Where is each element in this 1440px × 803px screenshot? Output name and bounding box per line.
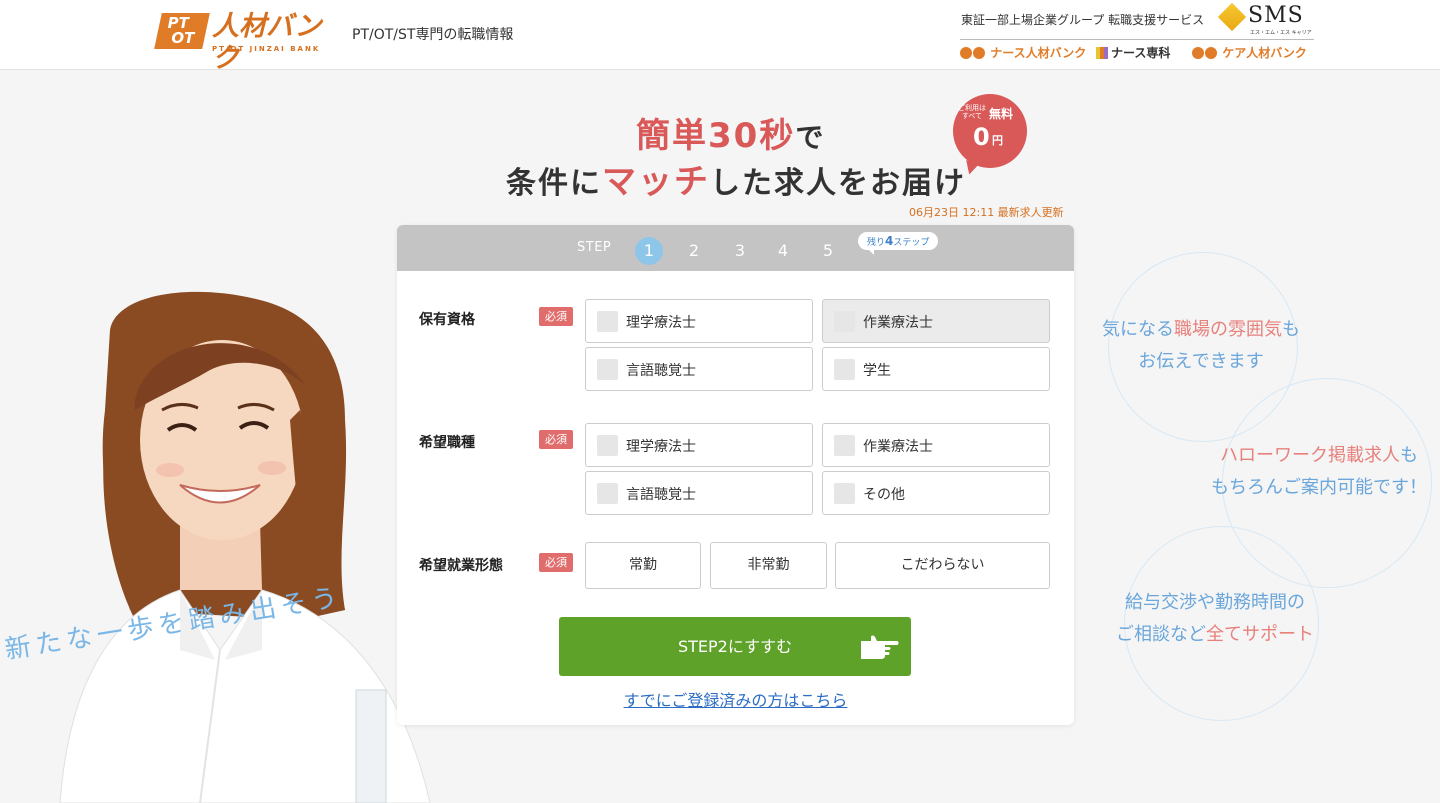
headline-line1: 簡単30秒で	[636, 116, 826, 156]
free-badge: ご利用は すべて 無料 0 円	[953, 94, 1027, 168]
checkbox-icon	[834, 311, 855, 332]
brand-care-jinzai-bank[interactable]: ケア人材バンク	[1192, 44, 1307, 61]
qualification-option-student[interactable]: 学生	[822, 347, 1050, 391]
employment-option-any[interactable]: こだわらない	[835, 542, 1050, 589]
care-bank-mark-icon	[1205, 47, 1217, 59]
step-progress-bar: STEP 1 2 3 4 5 残り4ステップ	[397, 225, 1074, 271]
qualification-label: 保有資格	[419, 312, 475, 328]
checkbox-icon	[834, 359, 855, 380]
bubble-atmosphere: 気になる職場の雰囲気も お伝えできます	[1102, 319, 1300, 372]
required-badge: 必須	[539, 553, 573, 572]
checkbox-icon	[834, 483, 855, 504]
logo-badge: PT OT	[154, 13, 210, 49]
logo-name: 人材バンク	[212, 11, 322, 74]
logo-subtitle: PT/OT JINZAI BANK	[212, 45, 321, 53]
checkbox-icon	[597, 311, 618, 332]
bubble-hellowork: ハローワーク掲載求人も もちろんご案内可能です！	[1211, 445, 1427, 498]
job-type-option-other[interactable]: その他	[822, 471, 1050, 515]
required-badge: 必須	[539, 307, 573, 326]
brand-nurse-jinzai-bank[interactable]: ナース人材バンク	[960, 44, 1086, 61]
checkbox-icon	[597, 359, 618, 380]
qualification-option-st[interactable]: 言語聴覚士	[585, 347, 813, 391]
checkbox-icon	[597, 435, 618, 456]
update-timestamp: 06月23日 12:11 最新求人更新	[909, 206, 1064, 219]
checkbox-icon	[597, 483, 618, 504]
sms-subtitle: エス・エム・エス キャリア	[1250, 30, 1312, 36]
bubble-support: 給与交渉や勤務時間の ご相談など全てサポート	[1116, 592, 1314, 645]
sms-logo[interactable]: SMS	[1248, 3, 1304, 28]
step-label: STEP	[577, 240, 612, 255]
registration-form-card: STEP 1 2 3 4 5 残り4ステップ 保有資格 必須 理学療法士 作業療…	[397, 225, 1074, 725]
job-type-option-ot[interactable]: 作業療法士	[822, 423, 1050, 467]
required-badge: 必須	[539, 430, 573, 449]
step-3: 3	[734, 241, 746, 260]
checkbox-icon	[834, 435, 855, 456]
pointing-hand-icon	[861, 635, 899, 659]
step-1: 1	[635, 237, 663, 265]
already-registered-link[interactable]: すでにご登録済みの方はこちら	[397, 687, 1074, 711]
group-text: 東証一部上場企業グループ 転職支援サービス	[961, 13, 1205, 27]
headline-line2: 条件にマッチした求人をお届け	[506, 162, 966, 202]
site-logo[interactable]: PT OT 人材バンク PT/OT JINZAI BANK	[154, 11, 348, 74]
qualification-option-pt[interactable]: 理学療法士	[585, 299, 813, 343]
next-step-button[interactable]: STEP2にすすむ	[559, 617, 911, 676]
qualification-option-ot[interactable]: 作業療法士	[822, 299, 1050, 343]
care-bank-mark-icon	[1192, 47, 1204, 59]
site-header: PT OT 人材バンク PT/OT JINZAI BANK PT/OT/ST専門…	[0, 0, 1440, 74]
nurse-bank-mark-icon	[973, 47, 985, 59]
nurse-bank-mark-icon	[960, 47, 972, 59]
job-type-label: 希望職種	[419, 435, 475, 451]
sms-diamond-icon	[1217, 2, 1247, 32]
brand-nurse-senka[interactable]: ナース専科	[1096, 44, 1170, 61]
nurse-senka-mark-icon	[1096, 47, 1108, 59]
header-divider	[960, 39, 1314, 40]
step-5: 5	[822, 241, 834, 260]
job-type-option-st[interactable]: 言語聴覚士	[585, 471, 813, 515]
step-2: 2	[688, 241, 700, 260]
remaining-steps-badge: 残り4ステップ	[858, 232, 939, 255]
step-4: 4	[777, 241, 789, 260]
job-type-option-pt[interactable]: 理学療法士	[585, 423, 813, 467]
employment-option-parttime[interactable]: 非常勤	[710, 542, 827, 589]
header-tagline: PT/OT/ST専門の転職情報	[352, 27, 514, 43]
employment-label: 希望就業形態	[419, 558, 503, 574]
employment-option-fulltime[interactable]: 常勤	[585, 542, 701, 589]
